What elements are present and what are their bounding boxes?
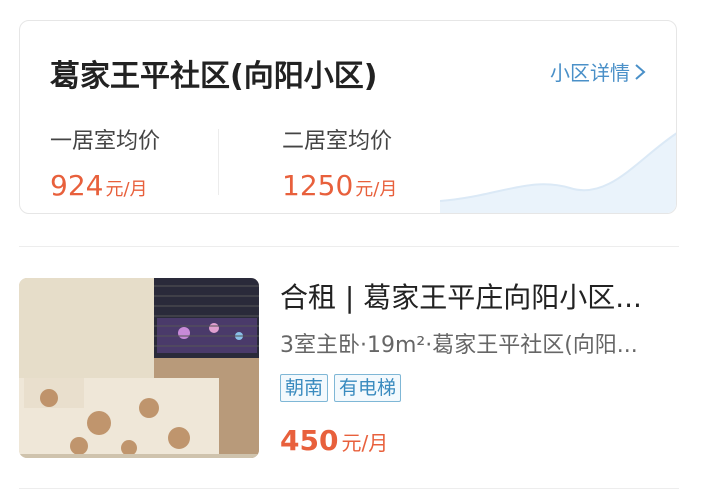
listing-tags: 朝南 有电梯 <box>280 374 402 402</box>
two-bedroom-avg-price: 二居室均价 1250 元/月 <box>282 123 397 202</box>
tag-elevator: 有电梯 <box>334 374 402 402</box>
listing-subtitle: 3室主卧·19m²·葛家王平社区(向阳... <box>280 333 638 358</box>
one-bedroom-avg-price: 一居室均价 924 元/月 <box>50 123 160 202</box>
community-details-link[interactable]: 小区详情 <box>550 57 646 86</box>
chevron-right-icon <box>635 63 646 80</box>
listing-price: 450 元/月 <box>280 424 388 457</box>
price-value: 1250 <box>282 169 354 202</box>
details-link-label: 小区详情 <box>550 61 630 85</box>
price-unit: 元/月 <box>105 179 148 200</box>
section-divider <box>19 246 679 247</box>
community-card[interactable]: 葛家王平社区(向阳小区) 小区详情 一居室均价 924 元/月 二居室均价 125… <box>19 20 677 214</box>
listing-photo[interactable] <box>19 278 259 458</box>
price-trend-chart-background <box>440 132 676 213</box>
listing-price-unit: 元/月 <box>341 431 389 455</box>
community-name: 葛家王平社区(向阳小区) <box>50 59 378 94</box>
price-label: 二居室均价 <box>282 129 393 154</box>
price-label: 一居室均价 <box>50 129 161 154</box>
listing-price-value: 450 <box>280 424 339 457</box>
price-value: 924 <box>50 169 104 202</box>
tag-south-facing: 朝南 <box>280 374 329 402</box>
section-divider <box>19 488 679 489</box>
divider <box>218 129 219 195</box>
listing-title[interactable]: 合租 | 葛家王平庄向阳小区... <box>280 276 680 316</box>
price-unit: 元/月 <box>355 179 398 200</box>
listing-card[interactable]: 合租 | 葛家王平庄向阳小区... 3室主卧·19m²·葛家王平社区(向阳...… <box>19 276 679 460</box>
